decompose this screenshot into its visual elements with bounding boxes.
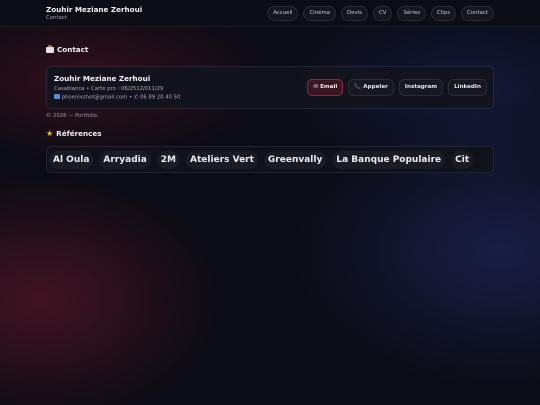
nav-item-series[interactable]: Séries bbox=[397, 6, 427, 21]
contact-name: Zouhir Meziane Zerhoui bbox=[54, 74, 151, 83]
brand-name: Zouhir Meziane Zerhoui bbox=[46, 5, 143, 14]
nav-item-accueil[interactable]: Accueil bbox=[267, 6, 299, 21]
references-marquee: Al Oula Arryadia 2M Ateliers Vert Greenv… bbox=[46, 146, 494, 173]
reference-chip: 2M bbox=[156, 151, 181, 169]
top-navigation-bar: Zouhir Meziane Zerhoui Contact Accueil C… bbox=[0, 0, 540, 27]
reference-chip: Arryadia bbox=[99, 151, 151, 169]
reference-chip: Greenvally bbox=[263, 151, 327, 169]
reference-chip: Ateliers Vert bbox=[186, 151, 258, 169]
brand-subtitle: Contact bbox=[46, 15, 67, 21]
main-nav: Accueil Cinéma Devis CV Séries Clips Con… bbox=[267, 6, 494, 21]
reference-chip: Al Oula bbox=[49, 151, 94, 169]
contact-phone[interactable]: 06 89 20 40 50 bbox=[140, 95, 180, 101]
copyright-text: © 2026 — Portfolio. bbox=[46, 113, 99, 119]
email-icon bbox=[54, 94, 60, 99]
brand[interactable]: Zouhir Meziane Zerhoui Contact bbox=[46, 5, 142, 22]
references-heading: Références bbox=[56, 129, 102, 138]
contact-card: Zouhir Meziane Zerhoui Casablanca • Cart… bbox=[46, 66, 494, 109]
nav-item-cv[interactable]: CV bbox=[372, 6, 393, 21]
reference-chip: La Banque Populaire bbox=[332, 151, 446, 169]
contact-actions: ✉ Email 📞 Appeler Instagram LinkedIn bbox=[307, 79, 487, 96]
separator: • bbox=[129, 94, 133, 101]
linkedin-button[interactable]: LinkedIn bbox=[448, 79, 487, 96]
nav-item-cinema[interactable]: Cinéma bbox=[303, 6, 337, 21]
contact-location-line: Casablanca • Carte pro : 06/2512/011/29 bbox=[54, 86, 164, 92]
email-button[interactable]: ✉ Email bbox=[307, 79, 344, 96]
references-section-title: ★ Références bbox=[46, 129, 102, 138]
call-button[interactable]: 📞 Appeler bbox=[348, 79, 394, 96]
instagram-button[interactable]: Instagram bbox=[398, 79, 444, 96]
contact-details-line: phoenixshot@gmail.com • ✆ 06 89 20 40 50 bbox=[54, 94, 180, 101]
contact-heading: Contact bbox=[57, 45, 89, 54]
briefcase-icon bbox=[46, 44, 54, 53]
contact-email[interactable]: phoenixshot@gmail.com bbox=[62, 95, 128, 101]
star-icon: ★ bbox=[46, 128, 54, 138]
phone-icon: ✆ bbox=[133, 94, 139, 101]
reference-chip: Cit bbox=[451, 151, 474, 169]
contact-section-title: Contact bbox=[46, 44, 89, 54]
nav-item-clips[interactable]: Clips bbox=[431, 6, 457, 21]
nav-item-devis[interactable]: Devis bbox=[341, 6, 368, 21]
nav-item-contact[interactable]: Contact bbox=[461, 6, 494, 21]
